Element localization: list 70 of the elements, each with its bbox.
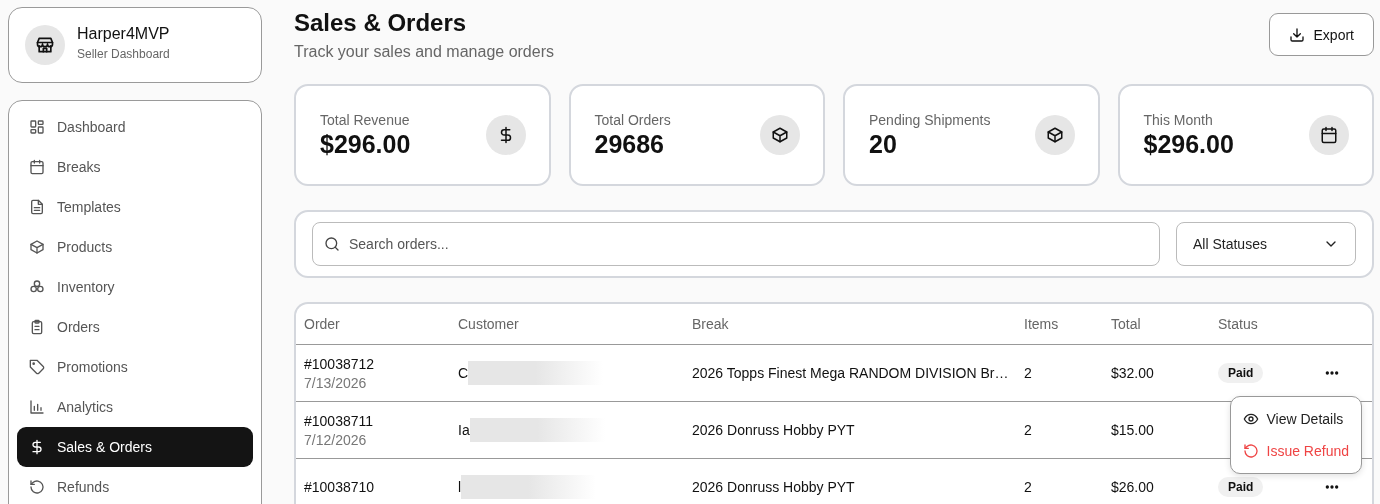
dollar-icon (29, 439, 45, 455)
page-title: Sales & Orders (294, 9, 468, 37)
order-date: 7/13/2026 (304, 374, 368, 391)
tag-icon (29, 359, 45, 375)
boxes-icon (29, 279, 45, 295)
nav-item[interactable]: Inventory (17, 267, 253, 307)
column-header: Break (692, 316, 730, 332)
items-count: 2 (1024, 479, 1033, 495)
column-header: Status (1218, 316, 1259, 332)
customer-name: Ia (458, 422, 470, 438)
order-total: $32.00 (1111, 365, 1155, 381)
break-name: 2026 Donruss Hobby PYT (692, 422, 856, 438)
box-icon (771, 126, 789, 144)
download-icon (1288, 26, 1305, 43)
order-number: #10038712 (304, 355, 376, 372)
store-name: Harper4MVP (77, 25, 170, 42)
customer-name: l (458, 479, 462, 495)
status-badge: Paid (1218, 477, 1264, 497)
clipboard-icon (29, 319, 45, 335)
bar-chart-icon (29, 399, 45, 415)
calendar-icon (29, 159, 45, 175)
nav-item[interactable]: Analytics (17, 387, 253, 427)
column-header: Items (1024, 316, 1060, 332)
column-header: Order (304, 316, 341, 332)
nav-item[interactable]: Dashboard (17, 107, 253, 147)
order-total: $26.00 (1111, 479, 1155, 495)
column-header: Total (1111, 316, 1142, 332)
undo-icon (29, 479, 45, 495)
search-field[interactable]: Search orders... (312, 222, 1160, 266)
undo-icon (1242, 443, 1259, 459)
store-icon (35, 35, 55, 55)
column-header: Customer (458, 316, 520, 332)
document-icon (29, 199, 45, 215)
stat-value: $296.00 (320, 129, 411, 159)
stat-label: This Month (1143, 111, 1214, 128)
stat-value: 20 (869, 129, 898, 159)
stat-label: Total Revenue (320, 111, 411, 128)
order-date: 7/12/2026 (304, 431, 368, 448)
nav-item[interactable]: Templates (17, 187, 253, 227)
order-number: #10038711 (304, 412, 375, 429)
items-count: 2 (1024, 365, 1033, 381)
status-dropdown[interactable]: All Statuses (1176, 222, 1356, 266)
nav-item[interactable]: Breaks (17, 147, 253, 187)
eye-icon (1242, 411, 1259, 427)
stat-value: 29686 (594, 129, 666, 159)
customer-name: C (458, 365, 469, 381)
box-icon (29, 239, 45, 255)
nav-item[interactable]: Promotions (17, 347, 253, 387)
status-badge: Paid (1218, 363, 1264, 383)
nav-item[interactable]: Refunds (17, 467, 253, 504)
grid-icon (29, 119, 45, 135)
order-total: $15.00 (1111, 422, 1155, 438)
nav-item[interactable]: Products (17, 227, 253, 267)
nav-item[interactable]: Orders (17, 307, 253, 347)
search-icon (324, 236, 340, 252)
menu-item[interactable]: Issue Refund (1230, 435, 1361, 467)
break-name: 2026 Donruss Hobby PYT (692, 479, 856, 495)
export-button[interactable]: Export (1268, 13, 1374, 56)
page-subtitle: Track your sales and manage orders (294, 43, 554, 61)
store-subtitle: Seller Dashboard (77, 47, 170, 61)
stat-label: Total Orders (594, 111, 671, 128)
menu-item[interactable]: View Details (1230, 403, 1361, 435)
nav-item[interactable]: Sales & Orders (17, 427, 253, 467)
break-name: 2026 Topps Finest Mega RANDOM DIVISION Br… (692, 365, 1010, 381)
items-count: 2 (1024, 422, 1033, 438)
order-number: #10038710 (304, 479, 376, 495)
box-icon (1045, 126, 1064, 144)
stat-value: $296.00 (1143, 129, 1234, 159)
calendar-icon (1320, 126, 1338, 144)
stat-label: Pending Shipments (869, 111, 991, 128)
